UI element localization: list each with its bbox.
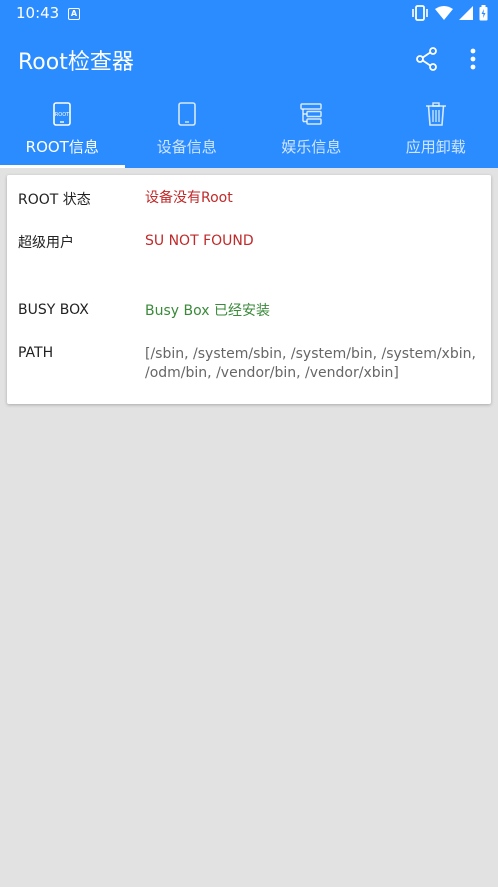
tab-app-uninstall[interactable]: 应用卸载	[374, 96, 498, 168]
trash-icon	[425, 102, 446, 126]
share-icon[interactable]	[414, 46, 440, 72]
path-value: [/sbin, /system/sbin, /system/bin, /syst…	[145, 346, 476, 381]
superuser-value: SU NOT FOUND	[145, 233, 254, 249]
tab-label: 应用卸载	[405, 138, 466, 156]
root-status-label: ROOT 状态	[18, 192, 91, 208]
tab-device-info[interactable]: 设备信息	[125, 96, 250, 168]
more-vert-icon[interactable]	[460, 46, 486, 72]
status-icons	[411, 5, 488, 21]
root-phone-icon: ROOT	[53, 102, 72, 126]
root-status-value: 设备没有Root	[145, 190, 233, 206]
status-bar: 10:43 A	[0, 0, 498, 28]
signal-icon	[459, 6, 473, 20]
app-bar: 10:43 A Root检查器 ROOT ROOT信息 设备信息 娱乐信息 应用…	[0, 0, 498, 168]
root-info-card: ROOT 状态 设备没有Root 超级用户 SU NOT FOUND BUSY …	[7, 175, 491, 404]
list-icon	[300, 103, 322, 125]
phone-icon	[177, 102, 196, 126]
tab-bar: ROOT ROOT信息 设备信息 娱乐信息 应用卸载	[0, 96, 498, 168]
tab-indicator	[0, 165, 125, 168]
busybox-label: BUSY BOX	[18, 302, 89, 318]
tab-entertainment-info[interactable]: 娱乐信息	[249, 96, 374, 168]
busybox-value: Busy Box 已经安装	[145, 303, 270, 319]
tab-label: 娱乐信息	[281, 138, 342, 156]
superuser-label: 超级用户	[18, 235, 74, 251]
path-label: PATH	[18, 345, 54, 361]
toolbar-title: Root检查器	[18, 50, 134, 75]
svg-text:ROOT: ROOT	[55, 112, 70, 118]
notification-a-icon: A	[68, 8, 80, 20]
wifi-icon	[435, 6, 453, 20]
tab-label: ROOT信息	[25, 138, 99, 156]
vibrate-icon	[412, 5, 428, 21]
battery-icon	[479, 5, 488, 21]
tab-root-info[interactable]: ROOT ROOT信息	[0, 96, 125, 168]
tab-label: 设备信息	[156, 138, 217, 156]
status-time: 10:43	[16, 4, 60, 22]
